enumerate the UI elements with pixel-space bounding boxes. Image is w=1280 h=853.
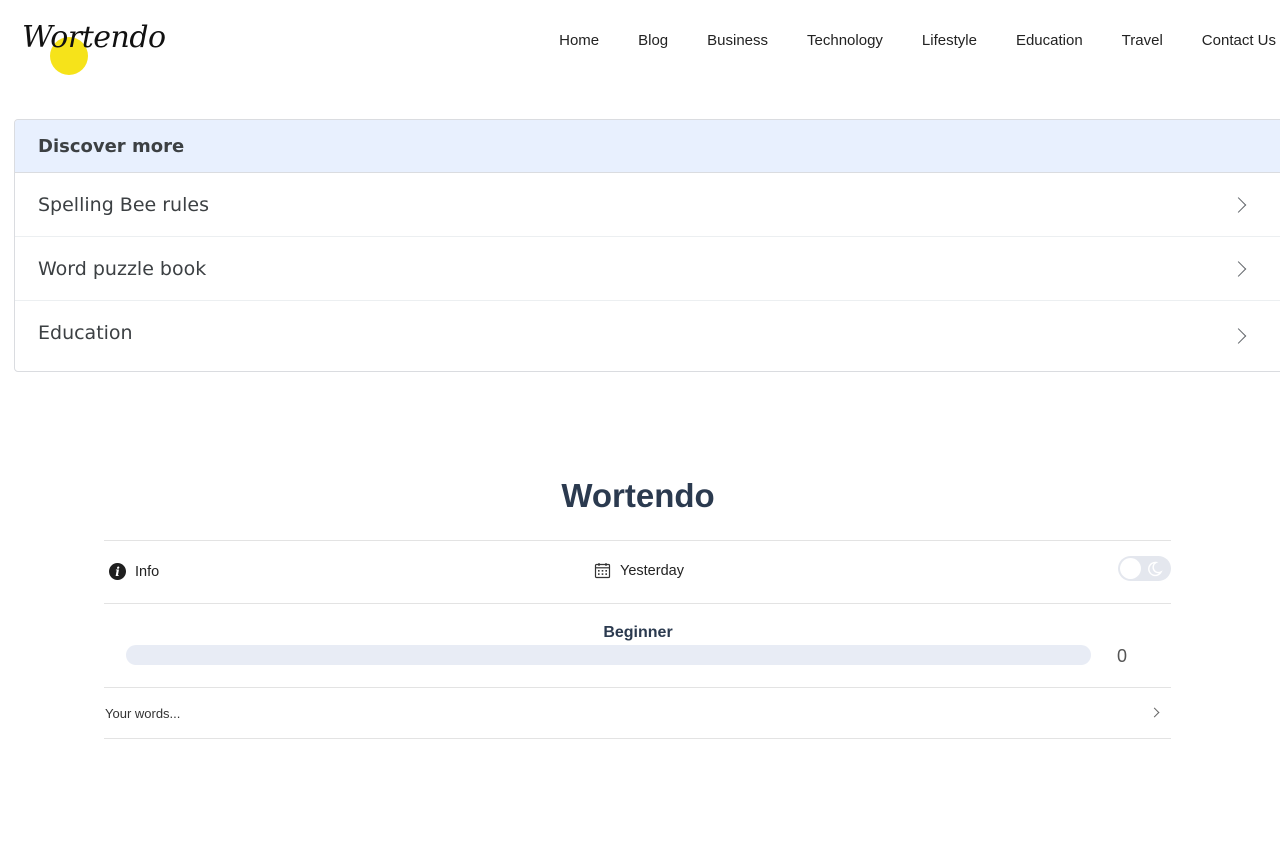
nav-home[interactable]: Home <box>540 31 619 50</box>
info-label: Info <box>135 563 160 580</box>
toggle-knob <box>1120 558 1141 579</box>
nav-education[interactable]: Education <box>996 31 1102 50</box>
discover-item-education[interactable]: Education <box>15 301 1280 371</box>
calendar-icon <box>594 563 611 579</box>
info-circle-icon: i <box>109 563 126 580</box>
your-words-label: Your words... <box>105 706 181 721</box>
yesterday-button[interactable]: Yesterday <box>594 562 684 579</box>
chevron-right-icon <box>1149 707 1160 718</box>
chevron-right-icon <box>1230 328 1247 344</box>
yesterday-label: Yesterday <box>620 562 684 579</box>
nav-contact-us[interactable]: Contact Us <box>1182 31 1276 50</box>
discover-item-label: Education <box>38 322 133 344</box>
your-words-toggle[interactable]: Your words... <box>104 688 1171 739</box>
nav-blog[interactable]: Blog <box>619 31 688 50</box>
discover-item-word-puzzle-book[interactable]: Word puzzle book <box>15 237 1280 301</box>
site-header: Wortendo Home Blog Business Technology L… <box>0 0 1280 82</box>
nav-lifestyle[interactable]: Lifestyle <box>902 31 996 50</box>
level-label: Beginner <box>603 624 673 641</box>
discover-item-label: Spelling Bee rules <box>38 193 209 216</box>
main-nav: Home Blog Business Technology Lifestyle … <box>540 31 1276 50</box>
site-logo[interactable]: Wortendo <box>20 12 170 75</box>
nav-business[interactable]: Business <box>688 31 788 50</box>
chevron-right-icon <box>1230 260 1247 277</box>
progress-bar[interactable] <box>126 645 1091 665</box>
game-title: Wortendo <box>561 477 715 514</box>
moon-icon <box>1148 561 1163 577</box>
score-value: 0 <box>1117 646 1128 666</box>
logo-text: Wortendo <box>22 20 166 55</box>
nav-travel[interactable]: Travel <box>1102 31 1182 50</box>
discover-more-title: Discover more <box>15 120 1280 173</box>
info-button[interactable]: i Info <box>109 563 159 580</box>
chevron-right-icon <box>1230 196 1247 213</box>
game-toolbar: i Info Yesterday <box>104 540 1171 604</box>
dark-mode-toggle[interactable] <box>1118 556 1171 581</box>
discover-more-panel: Discover more Spelling Bee rules Word pu… <box>14 119 1280 372</box>
nav-technology[interactable]: Technology <box>788 31 903 50</box>
discover-item-spelling-bee-rules[interactable]: Spelling Bee rules <box>15 173 1280 237</box>
discover-item-label: Word puzzle book <box>38 257 207 280</box>
